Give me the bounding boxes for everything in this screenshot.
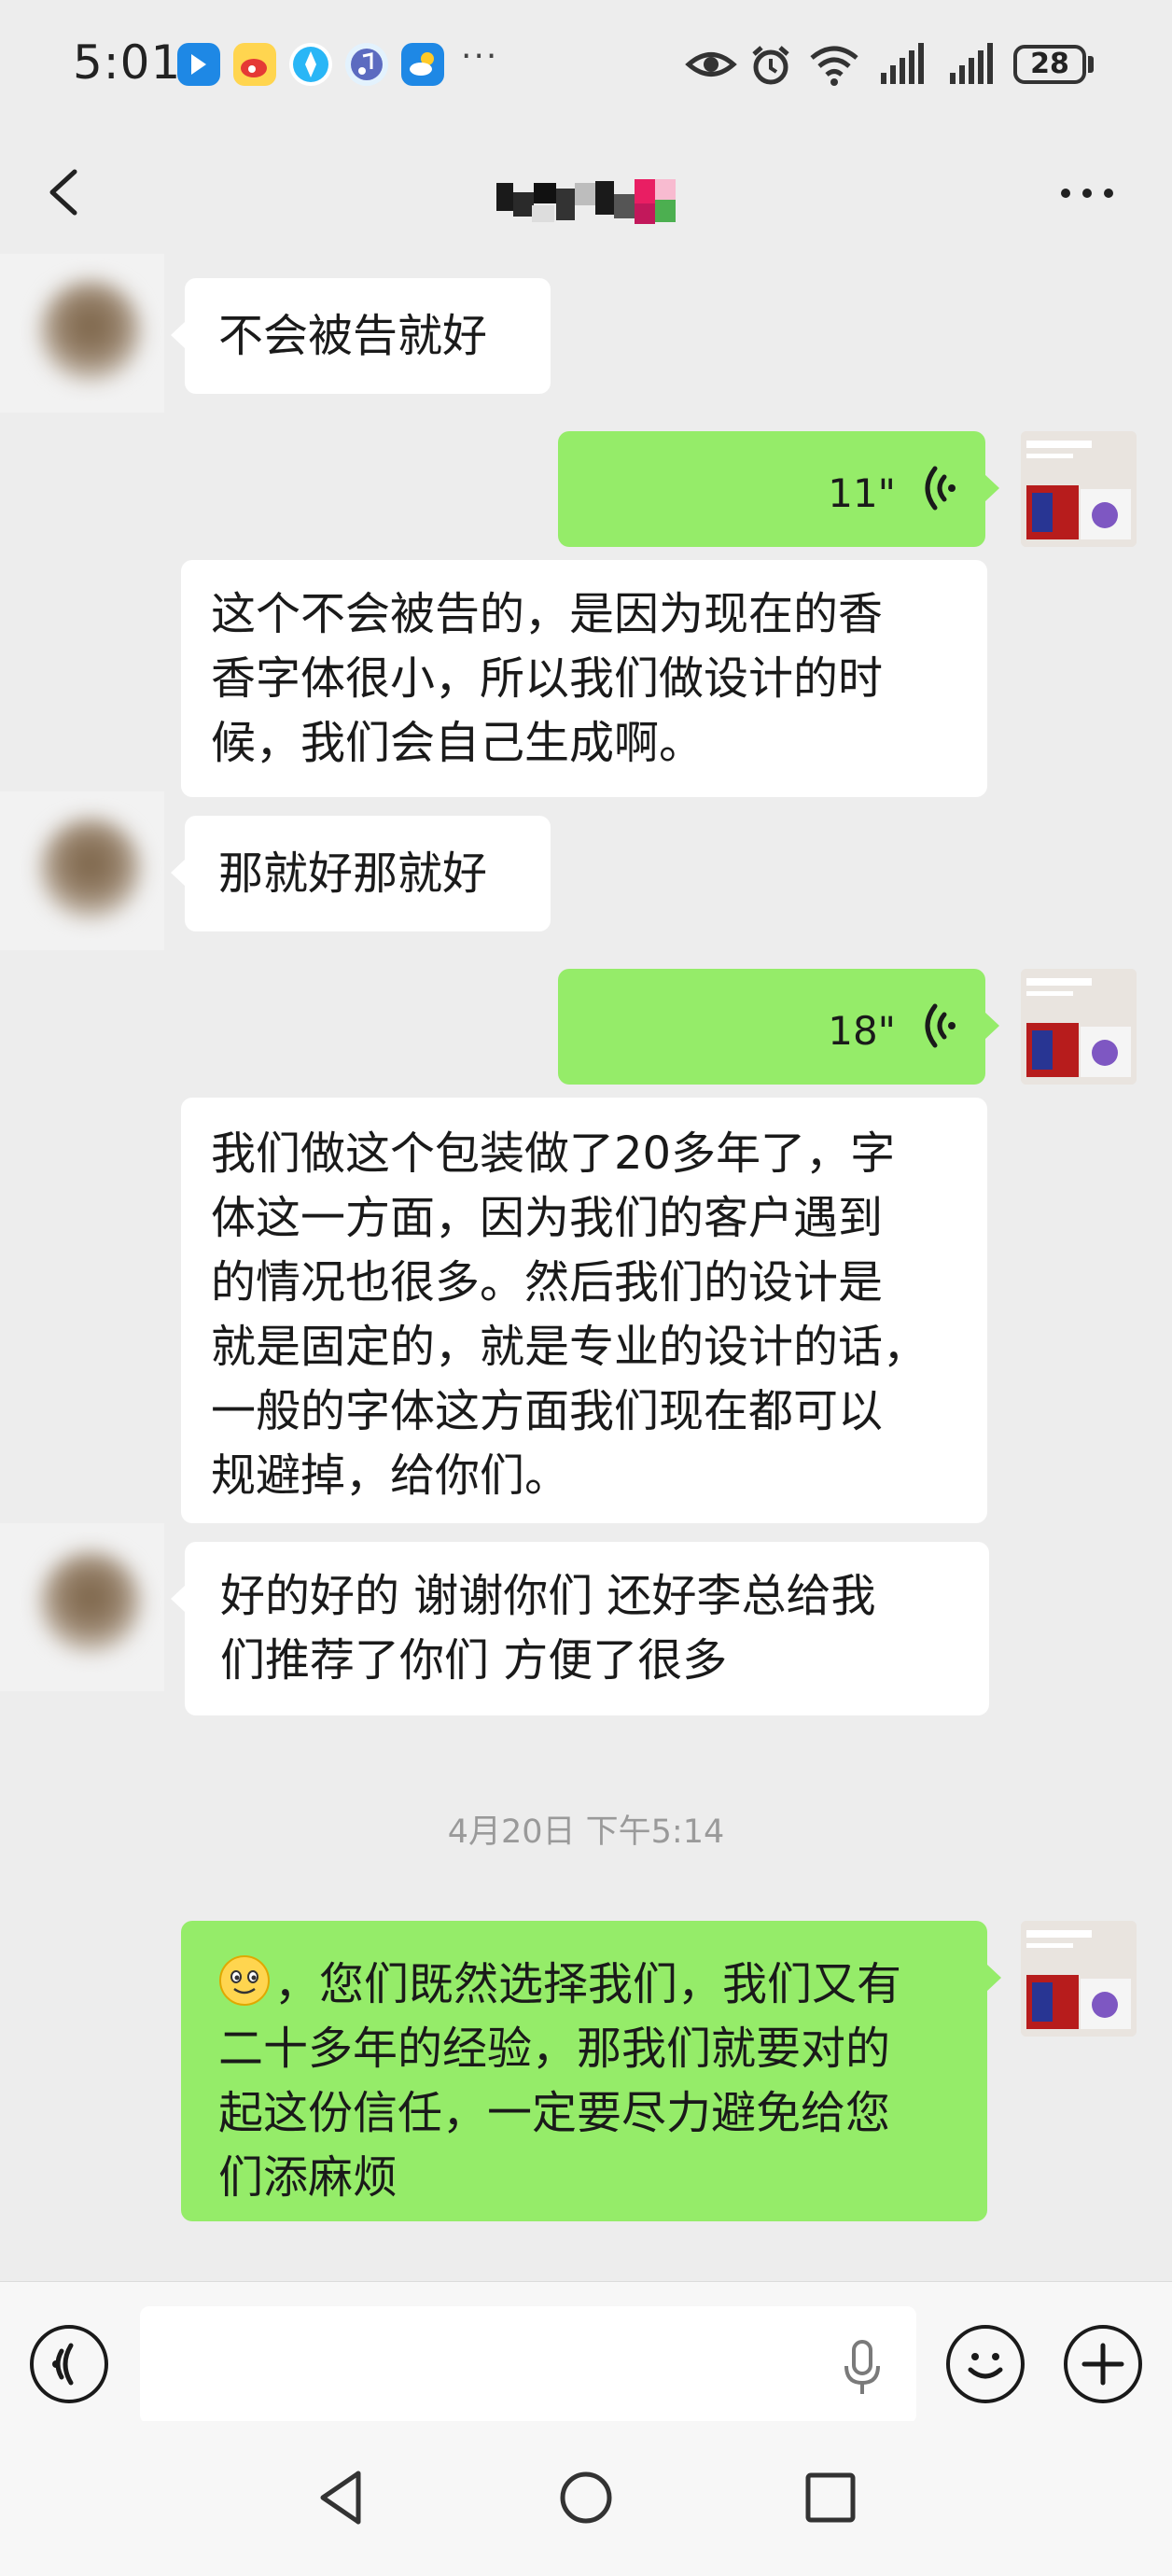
voice-mode-icon bbox=[52, 2343, 74, 2386]
message-line: ，您们既然选择我们，我们又有 bbox=[218, 1953, 950, 2017]
signal-icon-2 bbox=[950, 43, 993, 84]
back-button[interactable] bbox=[37, 164, 93, 220]
message-text: 那就好那就好 bbox=[218, 847, 488, 900]
transcript-line: 就是固定的，就是专业的设计的话， bbox=[211, 1321, 928, 1373]
message-line: 二十多年的经验，那我们就要对的 bbox=[218, 2023, 891, 2075]
nav-back-button[interactable] bbox=[314, 2468, 370, 2527]
voice-transcript-bubble[interactable]: 我们做这个包装做了20多年了，字 体这一方面，因为我们的客户遇到 的情况也很多。… bbox=[181, 1098, 987, 1523]
my-avatar[interactable] bbox=[1021, 1921, 1137, 2037]
transcript-line: 体这一方面，因为我们的客户遇到 bbox=[211, 1192, 884, 1244]
voice-duration: 11" bbox=[828, 470, 896, 516]
outgoing-message-bubble[interactable]: ，您们既然选择我们，我们又有 二十多年的经验，那我们就要对的 起这份信任，一定要… bbox=[181, 1921, 1001, 2221]
microphone-icon[interactable] bbox=[842, 2340, 883, 2396]
system-nav-bar bbox=[0, 2421, 1172, 2576]
chat-header bbox=[0, 138, 1172, 248]
more-options-button[interactable] bbox=[1054, 179, 1120, 207]
music-icon bbox=[345, 43, 388, 86]
input-bar bbox=[0, 2281, 1172, 2424]
wifi-icon bbox=[810, 46, 858, 86]
contact-name-redacted bbox=[496, 179, 676, 224]
message-line: 好的好的 谢谢你们 还好李总给我 bbox=[220, 1570, 876, 1622]
emoji-button[interactable] bbox=[946, 2325, 1025, 2403]
battery-tip bbox=[1088, 56, 1094, 73]
incoming-message-bubble[interactable]: 那就好那就好 bbox=[171, 816, 551, 931]
plus-icon bbox=[1081, 2343, 1124, 2386]
status-time: 5:01 bbox=[73, 35, 182, 90]
outgoing-voice-message[interactable]: 11" bbox=[558, 431, 999, 547]
message-timestamp: 4月20日 下午5:14 bbox=[447, 1813, 725, 1851]
alarm-icon bbox=[752, 46, 789, 85]
message-line: 们添麻烦 bbox=[218, 2151, 398, 2204]
battery-indicator: 28 bbox=[1013, 45, 1086, 84]
message-line: 起这份信任，一定要尽力避免给您 bbox=[218, 2087, 891, 2139]
my-avatar[interactable] bbox=[1021, 431, 1137, 547]
smile-emoji-icon bbox=[219, 1955, 270, 2006]
transcript-line: 香字体很小，所以我们做设计的时 bbox=[211, 652, 884, 705]
my-avatar[interactable] bbox=[1021, 969, 1137, 1085]
status-bar: 5:01 ··· 28 bbox=[0, 0, 1172, 138]
transcript-line: 候，我们会自己生成啊。 bbox=[211, 717, 705, 769]
nav-home-button[interactable] bbox=[556, 2468, 616, 2527]
outgoing-voice-message[interactable]: 18" bbox=[558, 969, 999, 1085]
transcript-line: 我们做这个包装做了20多年了，字 bbox=[211, 1127, 896, 1180]
message-text: 不会被告就好 bbox=[218, 310, 488, 362]
contact-avatar[interactable] bbox=[0, 791, 164, 950]
emoji-icon bbox=[968, 2353, 1003, 2379]
nav-recents-button[interactable] bbox=[801, 2468, 860, 2527]
incoming-message-bubble[interactable]: 不会被告就好 bbox=[171, 278, 551, 394]
incoming-message-bubble[interactable]: 好的好的 谢谢你们 还好李总给我 们推荐了你们 方便了很多 bbox=[171, 1542, 989, 1715]
signal-icon-1 bbox=[881, 43, 924, 84]
transcript-line: 的情况也很多。然后我们的设计是 bbox=[211, 1256, 884, 1309]
eye-icon bbox=[685, 52, 737, 77]
voice-wave-icon bbox=[925, 1003, 956, 1048]
more-notifications-icon: ··· bbox=[461, 37, 499, 76]
plus-button[interactable] bbox=[1064, 2325, 1142, 2403]
weibo-icon bbox=[233, 43, 276, 86]
bluetooth-app-icon bbox=[177, 43, 220, 86]
transcript-line: 这个不会被告的，是因为现在的香 bbox=[211, 588, 884, 640]
message-input[interactable] bbox=[140, 2306, 916, 2424]
contact-avatar[interactable] bbox=[0, 1523, 164, 1691]
voice-duration: 18" bbox=[828, 1008, 896, 1054]
transcript-line: 一般的字体这方面我们现在都可以 bbox=[211, 1385, 884, 1437]
contact-avatar[interactable] bbox=[0, 254, 164, 413]
weather-icon bbox=[401, 43, 444, 86]
message-line: 们推荐了你们 方便了很多 bbox=[220, 1634, 728, 1687]
voice-transcript-bubble[interactable]: 这个不会被告的，是因为现在的香 香字体很小，所以我们做设计的时 候，我们会自己生… bbox=[181, 560, 987, 797]
transcript-line: 规避掉，给你们。 bbox=[211, 1449, 570, 1502]
voice-wave-icon bbox=[925, 466, 956, 511]
voice-mode-button[interactable] bbox=[30, 2325, 108, 2403]
browser-icon bbox=[289, 43, 332, 86]
